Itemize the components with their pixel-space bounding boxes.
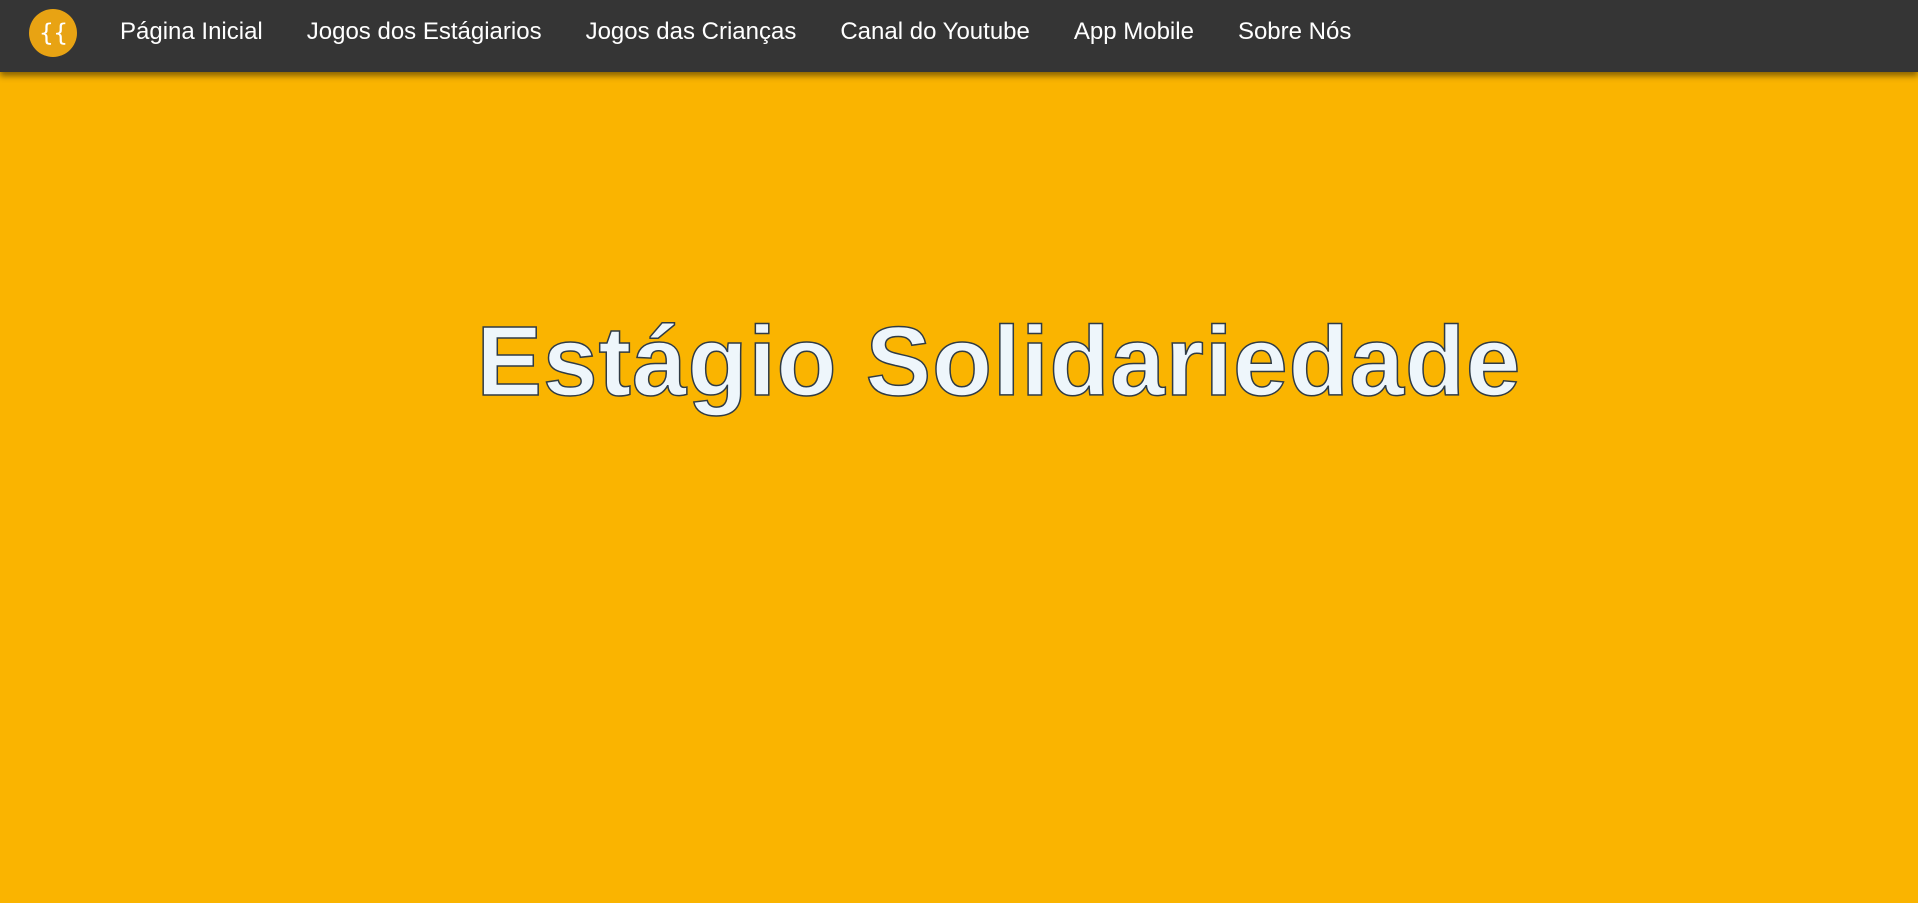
hero-section bbox=[0, 72, 1918, 903]
nav-link-app-mobile[interactable]: App Mobile bbox=[1074, 18, 1194, 46]
hero-title: Estágio Solidariedade bbox=[476, 306, 1522, 416]
nav-links: Página Inicial Jogos dos Estágiarios Jog… bbox=[120, 0, 1395, 64]
nav-link-sobre-nos[interactable]: Sobre Nós bbox=[1238, 18, 1351, 46]
nav-link-jogos-estagiarios[interactable]: Jogos dos Estágiarios bbox=[307, 18, 542, 46]
logo-icon[interactable]: {{ bbox=[29, 9, 77, 57]
nav-link-canal-youtube[interactable]: Canal do Youtube bbox=[840, 18, 1030, 46]
nav-link-pagina-inicial[interactable]: Página Inicial bbox=[120, 18, 263, 46]
top-navbar: {{ Página Inicial Jogos dos Estágiarios … bbox=[0, 0, 1918, 72]
nav-link-jogos-criancas[interactable]: Jogos das Crianças bbox=[586, 18, 797, 46]
